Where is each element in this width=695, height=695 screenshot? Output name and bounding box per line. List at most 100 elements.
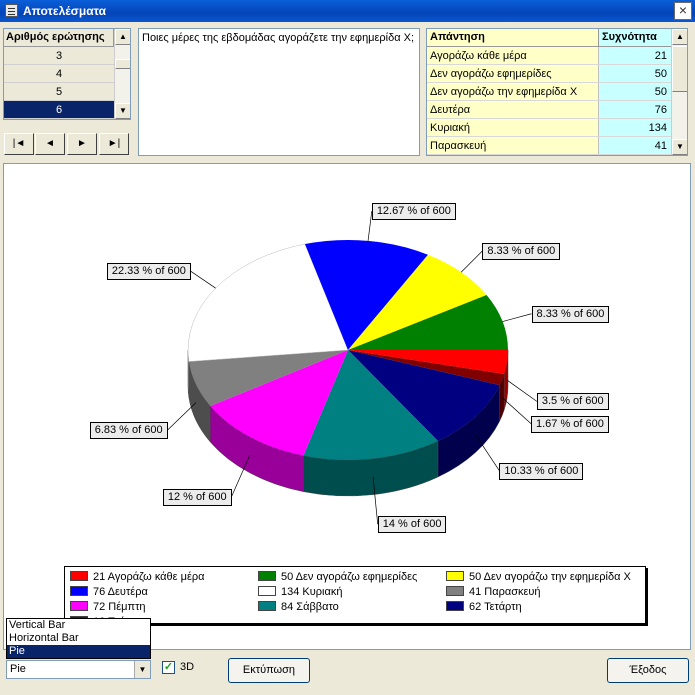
legend-label: 62 Τετάρτη: [469, 601, 522, 613]
pie-slice-label: 8.33 % of 600: [531, 305, 610, 323]
answer-column-header[interactable]: Απάντηση: [427, 29, 599, 47]
legend-swatch: [258, 601, 276, 611]
legend-label: 50 Δεν αγοράζω εφημερίδες: [281, 571, 418, 583]
title-bar[interactable]: Αποτελέσματα ×: [0, 0, 695, 22]
legend-item: 62 Τετάρτη: [446, 600, 522, 614]
next-record-button[interactable]: ►: [67, 133, 97, 155]
table-row[interactable]: Δεν αγοράζω την εφημερίδα Χ 50: [427, 83, 672, 101]
question-grid-scrollbar[interactable]: ▲ ▼: [114, 29, 130, 119]
question-grid[interactable]: Αριθμός ερώτησης 3456 ▲ ▼: [3, 28, 131, 120]
label-leader-line: [506, 379, 538, 402]
legend-swatch: [446, 601, 464, 611]
legend-item: 41 Παρασκευή: [446, 585, 541, 599]
frequency-cell: 50: [599, 83, 672, 100]
chart-type-value: Pie: [10, 663, 26, 675]
answers-grid[interactable]: Απάντηση Συχνότητα Αγοράζω κάθε μέρα 21 Δε…: [426, 28, 688, 156]
chart-type-select[interactable]: Pie ▼: [6, 660, 151, 679]
legend-swatch: [446, 571, 464, 581]
answer-cell: Κυριακή: [427, 119, 599, 136]
label-leader-line: [167, 402, 197, 431]
frequency-cell: 50: [599, 65, 672, 82]
legend-swatch: [70, 571, 88, 581]
legend-label: 50 Δεν αγοράζω την εφημερίδα Χ: [469, 571, 631, 583]
label-leader-line: [460, 250, 483, 273]
scroll-up-icon[interactable]: ▲: [672, 29, 687, 45]
scroll-thumb[interactable]: [115, 59, 130, 69]
pie-slice-label: 3.5 % of 600: [536, 393, 609, 411]
frequency-cell: 21: [599, 47, 672, 64]
label-leader-line: [502, 313, 532, 322]
answer-cell: Παρασκευή: [427, 137, 599, 154]
table-row[interactable]: Παρασκευή 41: [427, 137, 672, 155]
pie-slice-label: 14 % of 600: [377, 516, 447, 534]
table-row[interactable]: Κυριακή 134: [427, 119, 672, 137]
question-text: Ποιες μέρες της εβδομάδας αγοράζετε την …: [142, 32, 415, 44]
chevron-down-icon[interactable]: ▼: [134, 661, 150, 678]
exit-button[interactable]: Έξοδος: [607, 658, 689, 683]
last-record-button[interactable]: ►|: [99, 133, 129, 155]
table-row[interactable]: Δεν αγοράζω εφημερίδες 50: [427, 65, 672, 83]
scroll-down-icon[interactable]: ▼: [672, 139, 687, 155]
frequency-cell: 134: [599, 119, 672, 136]
prev-record-button[interactable]: ◄: [35, 133, 65, 155]
question-row[interactable]: 3: [4, 47, 114, 65]
answers-grid-scrollbar[interactable]: ▲ ▼: [671, 29, 687, 155]
pie-slice-label: 8.33 % of 600: [482, 243, 561, 260]
legend-swatch: [70, 601, 88, 611]
frequency-cell: 41: [599, 137, 672, 154]
question-row[interactable]: 4: [4, 65, 114, 83]
chart-type-option[interactable]: Pie: [7, 645, 150, 658]
question-row[interactable]: 6: [4, 101, 114, 119]
scroll-up-icon[interactable]: ▲: [115, 29, 130, 45]
legend-label: 72 Πέμπτη: [93, 601, 146, 613]
table-row[interactable]: Αγοράζω κάθε μέρα 21: [427, 47, 672, 65]
answer-cell: Αγοράζω κάθε μέρα: [427, 47, 599, 64]
three-d-label: 3D: [180, 661, 195, 673]
chart-type-option[interactable]: Vertical Bar: [7, 619, 150, 632]
label-leader-line: [501, 397, 532, 424]
scroll-down-icon[interactable]: ▼: [115, 103, 130, 119]
legend-swatch: [70, 586, 88, 596]
pie-slice-label: 12.67 % of 600: [371, 203, 456, 221]
pie-slice-label: 1.67 % of 600: [531, 415, 609, 433]
window-icon: [5, 4, 18, 17]
label-leader-line: [190, 271, 216, 289]
scroll-thumb[interactable]: [672, 46, 687, 92]
chart-legend: 21 Αγοράζω κάθε μέρα 50 Δεν αγοράζω εφημε…: [64, 566, 646, 624]
pie-slice-label: 22.33 % of 600: [106, 263, 191, 281]
legend-label: 21 Αγοράζω κάθε μέρα: [93, 571, 205, 583]
legend-label: 76 Δευτέρα: [93, 586, 148, 598]
legend-label: 134 Κυριακή: [281, 586, 343, 598]
legend-swatch: [446, 586, 464, 596]
print-button[interactable]: Εκτύπωση: [228, 658, 310, 683]
pie-slice-label: 10.33 % of 600: [499, 462, 584, 480]
legend-item: 76 Δευτέρα: [70, 585, 148, 599]
window-title: Αποτελέσματα: [23, 4, 106, 18]
legend-item: 134 Κυριακή: [258, 585, 342, 599]
chart-type-option[interactable]: Horizontal Bar: [7, 632, 150, 645]
frequency-column-header[interactable]: Συχνότητα: [599, 29, 672, 47]
pie-slice-label: 12 % of 600: [162, 488, 232, 506]
frequency-cell: 76: [599, 101, 672, 118]
question-text-box[interactable]: Ποιες μέρες της εβδομάδας αγοράζετε την …: [138, 28, 420, 156]
legend-label: 41 Παρασκευή: [469, 586, 541, 598]
legend-swatch: [258, 571, 276, 581]
close-button[interactable]: ×: [674, 2, 692, 20]
legend-label: 84 Σάββατο: [281, 601, 339, 613]
legend-swatch: [258, 586, 276, 596]
legend-item: 21 Αγοράζω κάθε μέρα: [70, 570, 204, 584]
question-grid-header[interactable]: Αριθμός ερώτησης: [4, 29, 114, 47]
first-record-button[interactable]: |◄: [4, 133, 34, 155]
table-row[interactable]: Δευτέρα 76: [427, 101, 672, 119]
legend-item: 84 Σάββατο: [258, 600, 339, 614]
answer-cell: Δεν αγοράζω εφημερίδες: [427, 65, 599, 82]
three-d-checkbox[interactable]: ✓: [162, 661, 175, 674]
answer-cell: Δεν αγοράζω την εφημερίδα Χ: [427, 83, 599, 100]
chart-type-list[interactable]: Vertical Bar Horizontal Bar Pie: [6, 618, 151, 659]
question-row[interactable]: 5: [4, 83, 114, 101]
pie-slice-label: 6.83 % of 600: [89, 421, 168, 439]
answer-cell: Δευτέρα: [427, 101, 599, 118]
legend-item: 72 Πέμπτη: [70, 600, 146, 614]
legend-item: 50 Δεν αγοράζω εφημερίδες: [258, 570, 417, 584]
legend-item: 50 Δεν αγοράζω την εφημερίδα Χ: [446, 570, 631, 584]
